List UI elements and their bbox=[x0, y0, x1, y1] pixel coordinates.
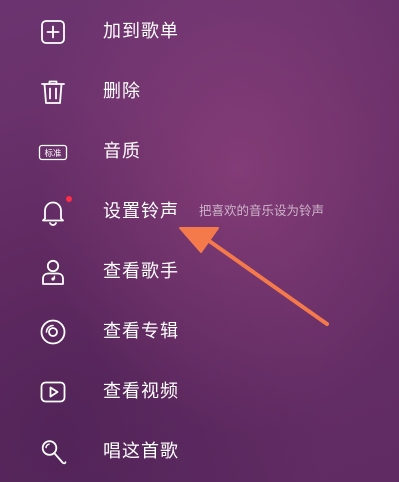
menu-item-label: 加到歌单 bbox=[103, 21, 179, 42]
menu-item-label: 唱这首歌 bbox=[103, 441, 179, 462]
menu-item-label: 设置铃声 bbox=[103, 201, 179, 222]
menu-item-sing-this-song[interactable]: 唱这首歌 bbox=[0, 422, 399, 482]
menu-item-view-video[interactable]: 查看视频 bbox=[0, 362, 399, 422]
menu-item-sound-quality[interactable]: 标准 音质 bbox=[0, 122, 399, 182]
menu-item-add-to-playlist[interactable]: 加到歌单 bbox=[0, 2, 399, 62]
add-to-playlist-icon bbox=[38, 17, 68, 47]
singer-icon bbox=[38, 257, 68, 287]
trash-icon bbox=[38, 77, 68, 107]
menu-item-view-singer[interactable]: 查看歌手 bbox=[0, 242, 399, 302]
menu-item-label: 查看视频 bbox=[103, 381, 179, 402]
microphone-icon bbox=[38, 437, 68, 467]
song-action-menu: 加到歌单 删除 标准 音质 设置铃声 把喜欢的音乐设为铃声 查看歌手 查看专辑 … bbox=[0, 0, 399, 482]
album-disc-icon bbox=[38, 317, 68, 347]
menu-item-label: 音质 bbox=[103, 141, 141, 162]
bell-icon bbox=[38, 197, 68, 227]
menu-item-set-ringtone[interactable]: 设置铃声 把喜欢的音乐设为铃声 bbox=[0, 182, 399, 242]
video-play-icon bbox=[38, 377, 68, 407]
menu-item-label: 删除 bbox=[103, 81, 141, 102]
menu-item-delete[interactable]: 删除 bbox=[0, 62, 399, 122]
notification-dot bbox=[66, 196, 72, 202]
ringtone-hint-text: 把喜欢的音乐设为铃声 bbox=[199, 203, 325, 218]
quality-badge-text: 标准 bbox=[44, 148, 62, 159]
menu-item-view-album[interactable]: 查看专辑 bbox=[0, 302, 399, 362]
menu-item-label: 查看歌手 bbox=[103, 261, 179, 282]
sound-quality-badge-icon: 标准 bbox=[38, 137, 68, 167]
menu-item-label: 查看专辑 bbox=[103, 321, 179, 342]
